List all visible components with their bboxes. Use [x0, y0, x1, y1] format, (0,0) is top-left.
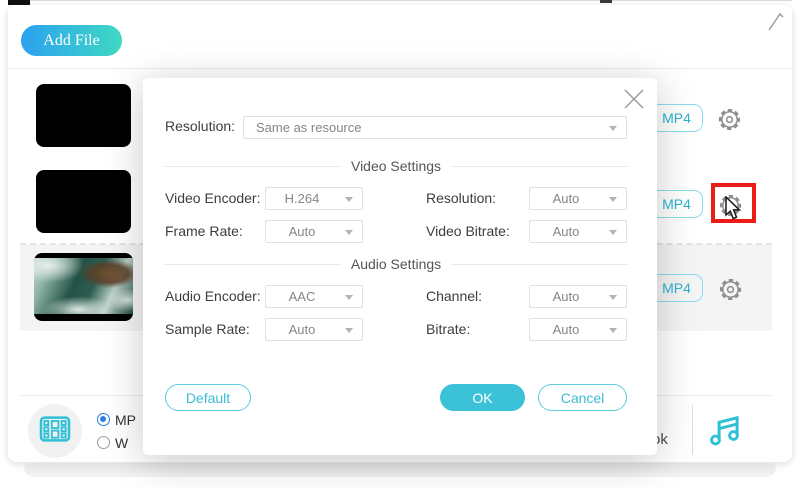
film-icon [39, 413, 71, 450]
video-bitrate-label: Video Bitrate: [426, 223, 510, 239]
sample-rate-label: Sample Rate: [165, 321, 250, 337]
video-thumbnail[interactable] [34, 253, 133, 321]
video-encoder-dropdown[interactable]: H.264 [265, 187, 363, 210]
sample-rate-value: Auto [289, 322, 316, 337]
settings-gear-icon[interactable] [716, 106, 743, 133]
radio-format-1-label: MP [115, 412, 136, 428]
stacked-card-edge [24, 463, 776, 477]
frame-rate-label: Frame Rate: [165, 223, 243, 239]
channel-value: Auto [553, 289, 580, 304]
dropdown-arrow-icon [609, 197, 617, 202]
top-artifact-mid [600, 0, 612, 3]
audio-bitrate-value: Auto [553, 322, 580, 337]
dropdown-arrow-icon [609, 230, 617, 235]
channel-dropdown[interactable]: Auto [529, 285, 627, 308]
dropdown-arrow-icon [345, 295, 353, 300]
close-icon[interactable] [622, 87, 646, 111]
video-settings-header: Video Settings [165, 158, 627, 174]
video-bitrate-dropdown[interactable]: Auto [529, 220, 627, 243]
radio-format-2[interactable] [97, 436, 110, 449]
video-encoder-label: Video Encoder: [165, 190, 260, 206]
frame-rate-value: Auto [289, 224, 316, 239]
resolution-dropdown[interactable]: Same as resource [243, 116, 627, 139]
screen: Add File MP4 MP4 [0, 0, 800, 488]
format-button[interactable]: MP4 [650, 104, 703, 132]
audio-bitrate-dropdown[interactable]: Auto [529, 318, 627, 341]
top-edge-line [8, 0, 792, 1]
header-divider [8, 68, 792, 69]
settings-gear-icon[interactable] [717, 276, 744, 303]
resolution-dropdown-value: Same as resource [256, 120, 362, 135]
video-resolution-label: Resolution: [426, 190, 496, 206]
video-bitrate-value: Auto [553, 224, 580, 239]
dropdown-arrow-icon [609, 126, 617, 131]
default-button[interactable]: Default [165, 384, 251, 411]
dropdown-arrow-icon [609, 328, 617, 333]
frame-rate-dropdown[interactable]: Auto [265, 220, 363, 243]
format-button[interactable]: MP4 [650, 190, 703, 218]
audio-settings-header: Audio Settings [165, 256, 627, 272]
music-note-icon[interactable] [708, 411, 744, 456]
audio-encoder-value: AAC [289, 289, 316, 304]
audio-encoder-dropdown[interactable]: AAC [265, 285, 363, 308]
resize-handle-icon [766, 10, 786, 39]
resolution-label: Resolution: [165, 118, 235, 134]
video-settings-title: Video Settings [351, 158, 441, 174]
bottom-bar-vertical-divider [692, 405, 693, 455]
dropdown-arrow-icon [345, 197, 353, 202]
video-thumbnail[interactable] [36, 170, 131, 233]
radio-format-1[interactable] [97, 413, 110, 426]
ocean-preview-image [34, 258, 133, 314]
cursor-icon [724, 196, 744, 227]
dropdown-arrow-icon [345, 230, 353, 235]
sample-rate-dropdown[interactable]: Auto [265, 318, 363, 341]
dropdown-arrow-icon [609, 295, 617, 300]
video-resolution-dropdown[interactable]: Auto [529, 187, 627, 210]
video-encoder-value: H.264 [285, 191, 320, 206]
add-file-button[interactable]: Add File [21, 25, 122, 56]
profile-settings-dialog: Resolution: Same as resource Video Setti… [143, 78, 657, 455]
format-button[interactable]: MP4 [650, 274, 703, 302]
audio-bitrate-label: Bitrate: [426, 321, 470, 337]
radio-format-2-label: W [115, 435, 128, 451]
format-category-circle[interactable] [28, 404, 82, 458]
audio-encoder-label: Audio Encoder: [165, 288, 261, 304]
video-thumbnail[interactable] [36, 84, 131, 147]
audio-settings-title: Audio Settings [351, 256, 441, 272]
video-resolution-value: Auto [553, 191, 580, 206]
dropdown-arrow-icon [345, 328, 353, 333]
ok-button[interactable]: OK [440, 384, 525, 411]
cancel-button[interactable]: Cancel [538, 384, 627, 411]
channel-label: Channel: [426, 288, 482, 304]
